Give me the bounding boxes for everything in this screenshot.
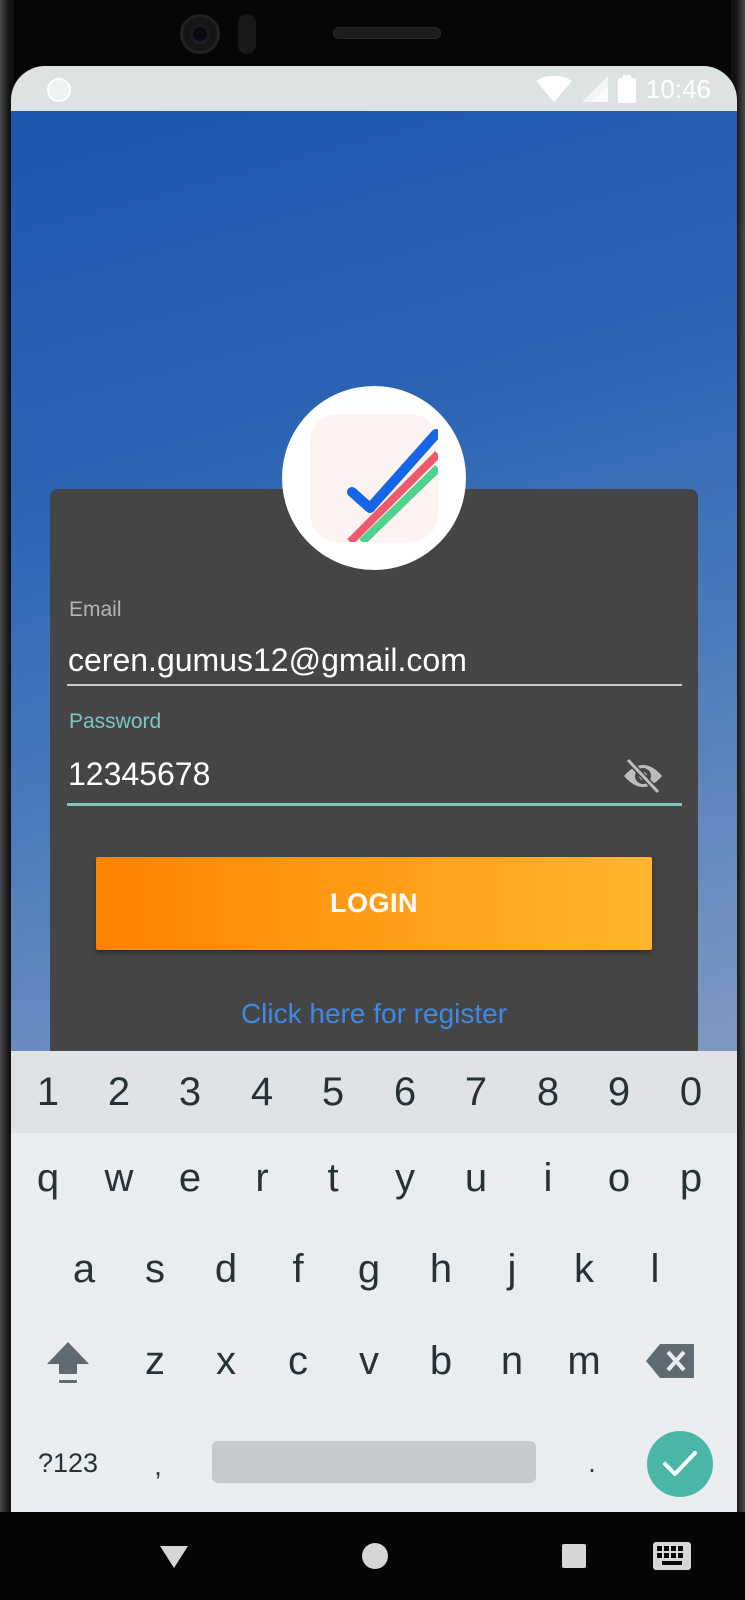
earpiece-speaker bbox=[333, 27, 441, 39]
password-underline bbox=[67, 803, 682, 806]
key-l[interactable]: l bbox=[620, 1229, 690, 1309]
recents-square-icon[interactable] bbox=[550, 1534, 598, 1578]
back-triangle-icon[interactable] bbox=[150, 1534, 198, 1578]
password-field[interactable]: 12345678 bbox=[68, 756, 210, 793]
keyboard-icon[interactable] bbox=[648, 1534, 696, 1578]
key-5[interactable]: 5 bbox=[298, 1051, 368, 1133]
system-nav-bar bbox=[0, 1512, 745, 1600]
enter-key[interactable] bbox=[647, 1431, 713, 1497]
key-a[interactable]: a bbox=[49, 1229, 119, 1309]
email-label: Email bbox=[69, 598, 122, 621]
wifi-icon bbox=[535, 76, 572, 102]
key-t[interactable]: t bbox=[298, 1138, 368, 1218]
password-label: Password bbox=[69, 710, 162, 733]
period-key[interactable]: . bbox=[567, 1423, 617, 1503]
key-e[interactable]: e bbox=[155, 1138, 225, 1218]
key-b[interactable]: b bbox=[406, 1321, 476, 1401]
key-n[interactable]: n bbox=[477, 1321, 547, 1401]
app-logo bbox=[282, 386, 466, 570]
key-f[interactable]: f bbox=[263, 1229, 333, 1309]
app-logo-checkmark bbox=[347, 429, 441, 545]
status-time: 10:46 bbox=[645, 73, 711, 104]
status-bar: 10:46 bbox=[11, 66, 737, 111]
key-h[interactable]: h bbox=[406, 1229, 476, 1309]
front-camera bbox=[180, 14, 220, 54]
key-r[interactable]: r bbox=[227, 1138, 297, 1218]
home-circle-icon[interactable] bbox=[351, 1534, 399, 1578]
shift-icon[interactable] bbox=[33, 1321, 103, 1401]
backspace-icon[interactable] bbox=[635, 1321, 705, 1401]
symbols-key[interactable]: ?123 bbox=[33, 1423, 103, 1503]
key-p[interactable]: p bbox=[656, 1138, 726, 1218]
checkmark-icon bbox=[663, 1451, 697, 1476]
key-u[interactable]: u bbox=[441, 1138, 511, 1218]
key-w[interactable]: w bbox=[84, 1138, 154, 1218]
key-3[interactable]: 3 bbox=[155, 1051, 225, 1133]
key-o[interactable]: o bbox=[584, 1138, 654, 1218]
notification-dot-icon bbox=[47, 78, 71, 102]
key-g[interactable]: g bbox=[334, 1229, 404, 1309]
key-7[interactable]: 7 bbox=[441, 1051, 511, 1133]
key-d[interactable]: d bbox=[191, 1229, 261, 1309]
key-0[interactable]: 0 bbox=[656, 1051, 726, 1133]
key-8[interactable]: 8 bbox=[513, 1051, 583, 1133]
email-field[interactable]: ceren.gumus12@gmail.com bbox=[68, 642, 467, 679]
email-underline bbox=[67, 684, 682, 686]
login-button[interactable]: LOGIN bbox=[96, 857, 652, 950]
key-z[interactable]: z bbox=[120, 1321, 190, 1401]
battery-icon bbox=[617, 75, 636, 103]
visibility-off-icon[interactable] bbox=[619, 754, 667, 798]
key-s[interactable]: s bbox=[120, 1229, 190, 1309]
phone-frame: 10:46 Email ceren.gumus12@gmail.com Pass… bbox=[0, 0, 745, 1600]
soft-keyboard: 1 2 3 4 5 6 7 8 9 0 q w e r t y u i o p bbox=[11, 1051, 737, 1512]
key-1[interactable]: 1 bbox=[13, 1051, 83, 1133]
key-m[interactable]: m bbox=[549, 1321, 619, 1401]
proximity-sensor bbox=[238, 14, 256, 54]
key-q[interactable]: q bbox=[13, 1138, 83, 1218]
register-link[interactable]: Click here for register bbox=[50, 998, 698, 1030]
comma-key[interactable]: , bbox=[133, 1426, 183, 1506]
keyboard-number-row: 1 2 3 4 5 6 7 8 9 0 bbox=[11, 1051, 737, 1133]
key-c[interactable]: c bbox=[263, 1321, 333, 1401]
key-v[interactable]: v bbox=[334, 1321, 404, 1401]
key-4[interactable]: 4 bbox=[227, 1051, 297, 1133]
key-x[interactable]: x bbox=[191, 1321, 261, 1401]
key-9[interactable]: 9 bbox=[584, 1051, 654, 1133]
status-icons: 10:46 bbox=[535, 73, 711, 105]
screen: 10:46 Email ceren.gumus12@gmail.com Pass… bbox=[11, 66, 737, 1512]
key-6[interactable]: 6 bbox=[370, 1051, 440, 1133]
key-y[interactable]: y bbox=[370, 1138, 440, 1218]
app-logo-tile bbox=[310, 414, 441, 545]
signal-icon bbox=[581, 76, 608, 102]
key-2[interactable]: 2 bbox=[84, 1051, 154, 1133]
key-k[interactable]: k bbox=[549, 1229, 619, 1309]
key-j[interactable]: j bbox=[477, 1229, 547, 1309]
space-key[interactable] bbox=[212, 1441, 536, 1483]
key-i[interactable]: i bbox=[513, 1138, 583, 1218]
